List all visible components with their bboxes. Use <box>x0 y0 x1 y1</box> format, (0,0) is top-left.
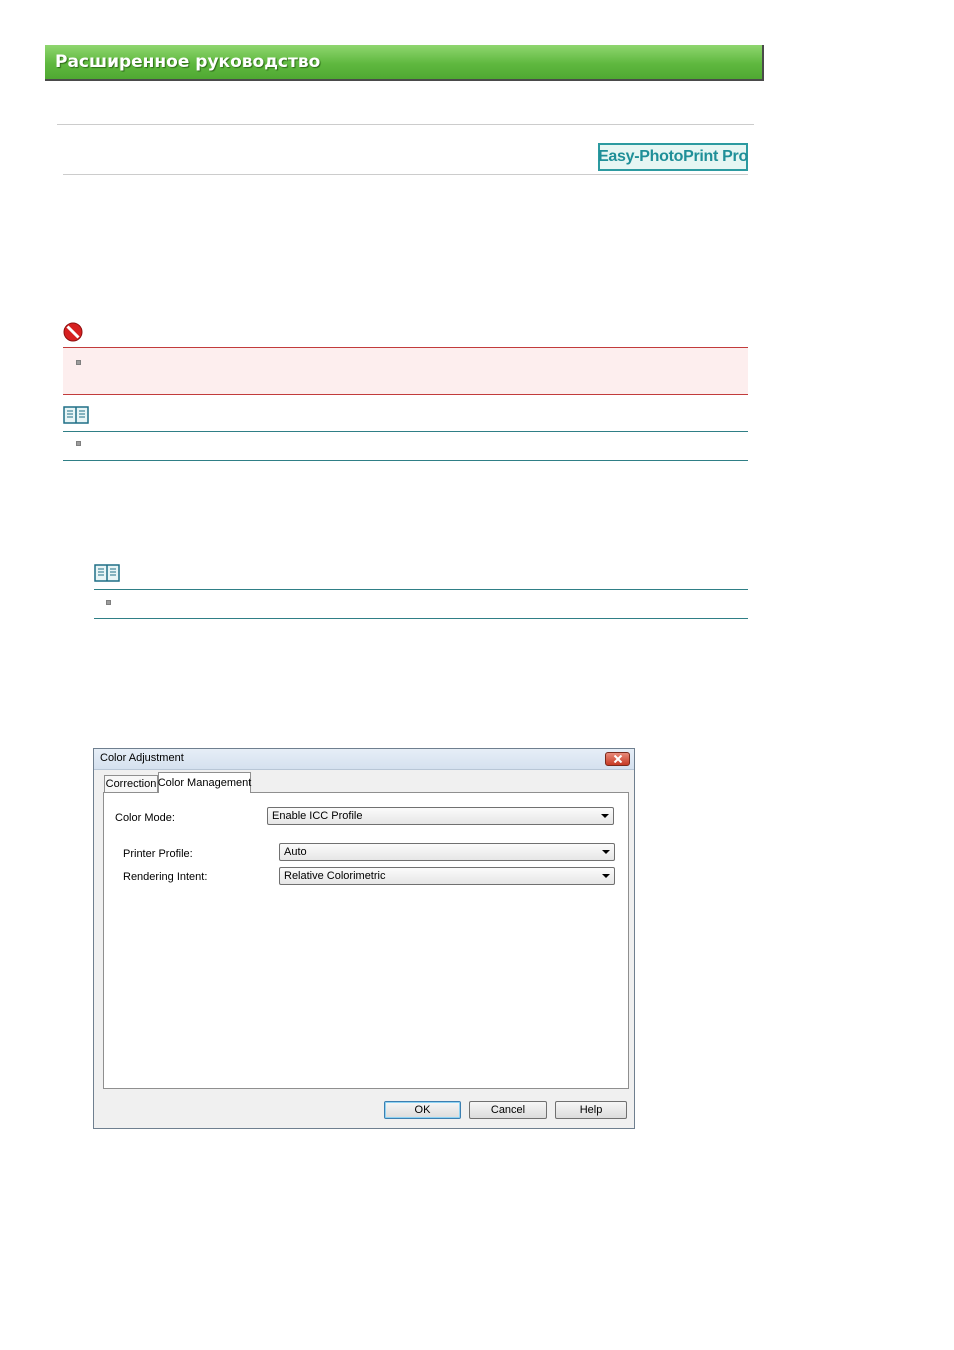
top-divider <box>57 124 754 125</box>
square-bullet-icon <box>76 360 81 365</box>
dialog-title: Color Adjustment <box>100 752 184 764</box>
rendering-intent-value: Relative Colorimetric <box>284 870 386 882</box>
badge-divider <box>63 174 748 175</box>
header-banner: Расширенное руководство <box>45 45 764 81</box>
chevron-down-icon <box>601 814 609 818</box>
tab-correction[interactable]: Correction <box>104 775 158 792</box>
tab-label: Correction <box>105 778 157 790</box>
help-button[interactable]: Help <box>555 1101 627 1119</box>
rendering-intent-label: Rendering Intent: <box>123 871 208 883</box>
close-icon <box>613 755 622 763</box>
printer-profile-label: Printer Profile: <box>123 848 193 860</box>
product-badge-label: Easy-PhotoPrint Pro <box>598 148 748 165</box>
ok-button[interactable]: OK <box>384 1101 461 1119</box>
color-mode-value: Enable ICC Profile <box>272 810 363 822</box>
chevron-down-icon <box>602 850 610 854</box>
rendering-intent-select[interactable]: Relative Colorimetric <box>279 867 615 885</box>
close-button[interactable] <box>605 752 630 766</box>
cancel-button[interactable]: Cancel <box>469 1101 547 1119</box>
note-bottom-line <box>94 618 748 619</box>
prohibited-icon <box>63 322 83 342</box>
note-top-line <box>94 589 748 590</box>
printer-profile-value: Auto <box>284 846 307 858</box>
square-bullet-icon <box>106 600 111 605</box>
color-mode-select[interactable]: Enable ICC Profile <box>267 807 614 825</box>
color-mode-label: Color Mode: <box>115 812 175 824</box>
open-book-icon <box>94 563 120 583</box>
tab-label: Color Management <box>157 777 252 789</box>
color-adjustment-dialog: Color Adjustment Correction Color Manage… <box>93 748 635 1129</box>
page-title: Расширенное руководство <box>55 52 321 72</box>
chevron-down-icon <box>602 874 610 878</box>
color-management-panel: Color Mode: Enable ICC Profile Printer P… <box>103 792 629 1089</box>
product-badge: Easy-PhotoPrint Pro <box>598 143 748 171</box>
square-bullet-icon <box>76 441 81 446</box>
open-book-icon <box>63 405 89 425</box>
important-box <box>63 347 748 395</box>
tab-color-management[interactable]: Color Management <box>158 772 251 793</box>
printer-profile-select[interactable]: Auto <box>279 843 615 861</box>
note-top-line <box>63 431 748 432</box>
dialog-titlebar[interactable]: Color Adjustment <box>94 749 634 770</box>
note-bottom-line <box>63 460 748 461</box>
